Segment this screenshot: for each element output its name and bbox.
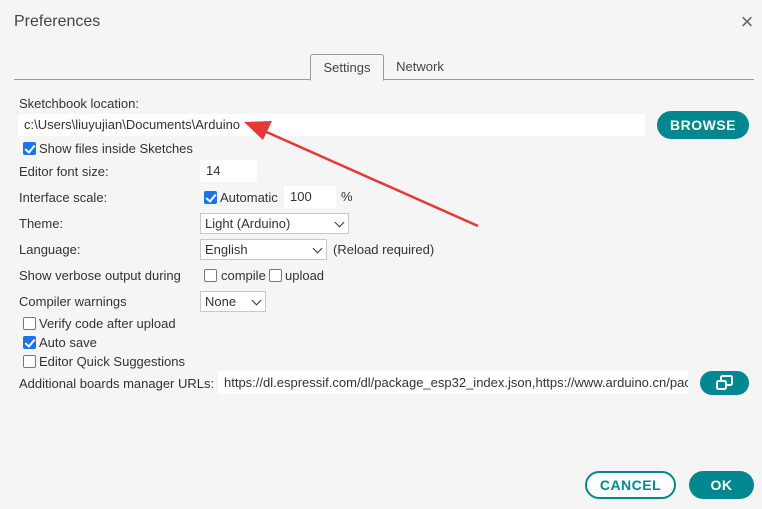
cancel-button[interactable]: CANCEL [585,471,676,499]
ok-button[interactable]: OK [689,471,754,499]
tab-settings[interactable]: Settings [310,54,384,81]
